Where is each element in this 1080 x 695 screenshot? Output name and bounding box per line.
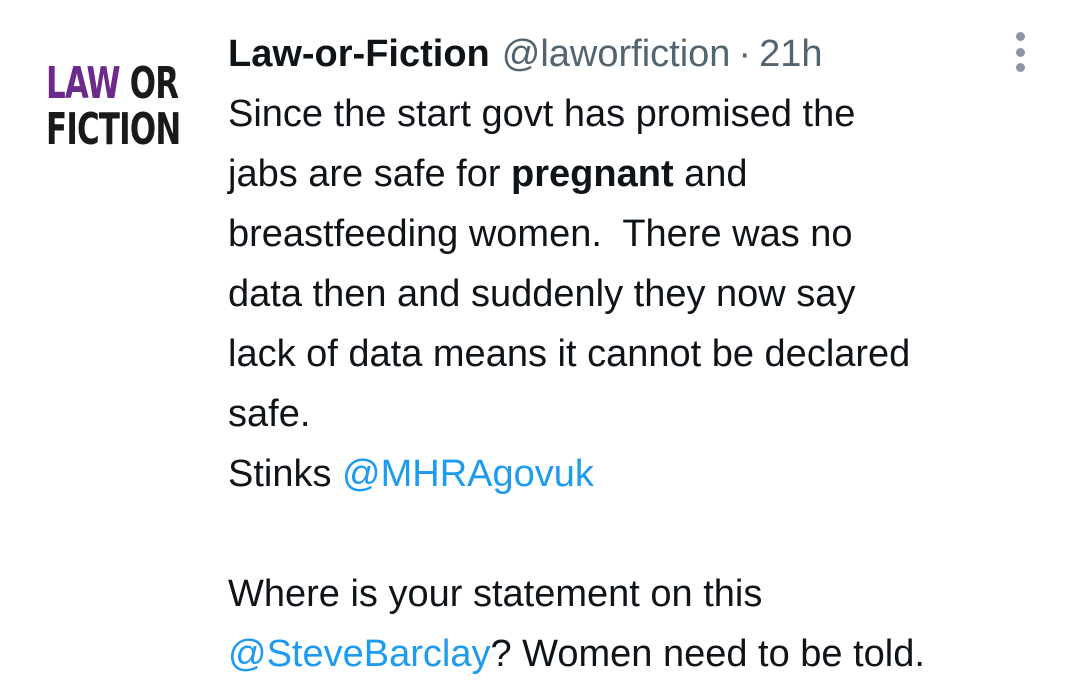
tweet-content: Law-or-Fiction @laworfiction · 21h Since… [228, 24, 1058, 684]
more-options-icon[interactable] [1012, 32, 1028, 72]
text-segment: and [673, 153, 748, 195]
mention-link-mhragovuk[interactable]: @MHRAgovuk [342, 453, 594, 495]
avatar-logo-word-law: LAW [46, 58, 121, 109]
tweet-text-line: jabs are safe for pregnant and [228, 144, 1058, 204]
separator-dot: · [738, 32, 752, 75]
tweet-text-line: breastfeeding women. There was no [228, 213, 853, 255]
tweet-text-line: @SteveBarclay? Women need to be told. [228, 624, 1058, 684]
tweet-text: Since the start govt has promised the ja… [228, 84, 1058, 684]
tweet-text-line: lack of data means it cannot be declared [228, 333, 911, 375]
text-segment: jabs are safe for [228, 153, 512, 195]
more-dot [1015, 63, 1025, 72]
avatar-logo-line2: FICTION [46, 104, 181, 155]
bold-text: pregnant [511, 153, 674, 195]
tweet-text-line: safe. [228, 393, 311, 435]
tweet-text-line: Since the start govt has promised the [228, 93, 856, 135]
tweet-text-line: data then and suddenly they now say [228, 273, 856, 315]
tweet-header: Law-or-Fiction @laworfiction · 21h [228, 24, 1058, 84]
display-name[interactable]: Law-or-Fiction [228, 33, 490, 76]
tweet[interactable]: LAW OR FICTION Law-or-Fiction @laworfict… [0, 0, 1080, 695]
avatar-logo-line1: LAW OR [46, 62, 179, 106]
avatar-logo-word-or: OR [129, 58, 179, 109]
text-segment: ? Women need to be told. [490, 633, 925, 675]
more-dot [1015, 32, 1025, 41]
tweet-text-line: Stinks @MHRAgovuk [228, 444, 1058, 504]
mention-link-stevebarclay[interactable]: @SteveBarclay [228, 633, 490, 675]
tweet-text-line: Where is your statement on this [228, 573, 763, 615]
text-segment: Stinks [228, 453, 343, 495]
user-handle[interactable]: @laworfiction [502, 33, 731, 76]
more-dot [1015, 47, 1025, 57]
avatar[interactable]: LAW OR FICTION [42, 62, 192, 162]
timestamp[interactable]: 21h [759, 33, 822, 76]
